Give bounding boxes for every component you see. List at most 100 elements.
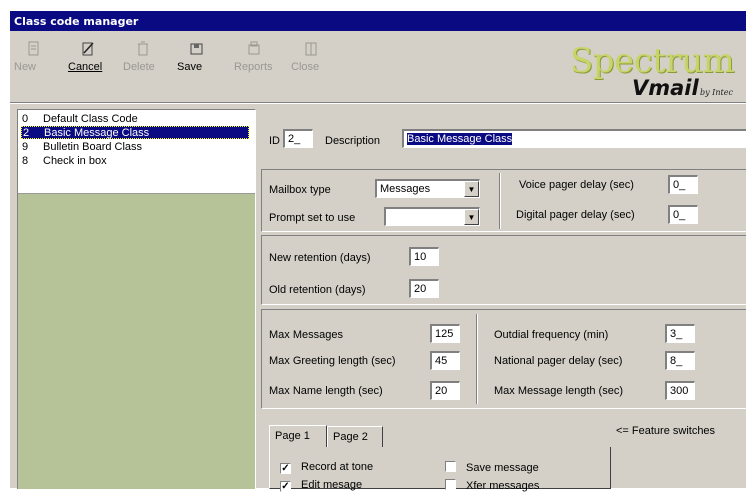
logo-product: Vmail — [632, 76, 699, 100]
reports-label: Reports — [234, 61, 273, 73]
logo-brand: Spectrum — [570, 41, 735, 81]
mailbox-type-value: Messages — [380, 183, 431, 195]
mailbox-group: Mailbox type Messages ▼ Prompt set to us… — [261, 169, 746, 232]
cancel-label: Cancel — [68, 61, 103, 73]
voice-pager-label: Voice pager delay (sec) — [519, 179, 634, 191]
list-item-code: 8 — [22, 155, 29, 167]
tab-page-1[interactable]: Page 1 — [269, 425, 327, 447]
new-retention-value: 10 — [414, 251, 427, 263]
new-retention-label: New retention (days) — [269, 252, 371, 264]
window-title: Class code manager — [10, 11, 746, 31]
description-field[interactable]: Basic Message Class — [402, 129, 746, 148]
class-listbox[interactable]: 0 Default Class Code 2 Basic Message Cla… — [18, 110, 255, 194]
cancel-icon — [82, 42, 94, 56]
max-messages-label: Max Messages — [269, 329, 343, 341]
national-pager-field[interactable]: 8_ — [665, 351, 695, 370]
new-retention-field[interactable]: 10 — [409, 247, 439, 266]
class-list-panel: 0 Default Class Code 2 Basic Message Cla… — [17, 109, 256, 489]
spectrum-vmail-logo: Spectrum Vmail by Intec — [570, 35, 746, 105]
new-label: New — [14, 61, 37, 73]
old-retention-label: Old retention (days) — [269, 284, 366, 296]
mailbox-type-label: Mailbox type — [269, 184, 331, 196]
record-at-tone-label: Record at tone — [301, 461, 374, 473]
checkbox-checked-icon: ✓ — [280, 463, 291, 474]
save-icon — [190, 43, 203, 55]
save-message-checkbox[interactable]: Save message — [445, 461, 539, 474]
list-item-name: Check in box — [43, 155, 107, 167]
tab-page-2[interactable]: Page 2 — [327, 426, 383, 447]
old-retention-field[interactable]: 20 — [409, 279, 439, 298]
reports-icon — [248, 41, 260, 55]
list-item-name: Bulletin Board Class — [43, 141, 143, 153]
cancel-button[interactable]: Cancel — [68, 41, 108, 73]
outdial-frequency-value: 3_ — [670, 328, 683, 340]
save-message-label: Save message — [466, 462, 539, 474]
close-button[interactable]: Close — [291, 41, 331, 73]
tab-page-2-label: Page 2 — [333, 431, 368, 443]
new-icon — [28, 41, 39, 56]
outdial-frequency-label: Outdial frequency (min) — [494, 329, 609, 341]
delete-label: Delete — [123, 61, 155, 73]
list-item-code: 2 — [23, 127, 30, 139]
limits-group: Max Messages 125 Max Greeting length (se… — [261, 309, 746, 409]
max-message-length-value: 300 — [670, 385, 689, 397]
checkbox-unchecked-icon — [445, 461, 456, 472]
edit-message-checkbox[interactable]: ✓ Edit mesage — [280, 479, 362, 492]
id-value: 2_ — [288, 133, 301, 145]
logo-byline: by Intec — [700, 88, 733, 97]
new-button[interactable]: New — [14, 41, 54, 73]
reports-button[interactable]: Reports — [234, 41, 274, 73]
description-label: Description — [325, 135, 381, 147]
checkbox-unchecked-icon — [445, 479, 456, 490]
record-at-tone-checkbox[interactable]: ✓ Record at tone — [280, 461, 373, 474]
list-item-selected[interactable]: 2 Basic Message Class — [21, 126, 249, 139]
list-item[interactable]: 9 Bulletin Board Class — [21, 141, 249, 154]
retention-group: New retention (days) 10 Old retention (d… — [261, 235, 746, 305]
id-label: ID — [269, 135, 280, 147]
digital-pager-value: 0_ — [673, 209, 686, 221]
max-greeting-field[interactable]: 45 — [430, 351, 460, 370]
list-item[interactable]: 8 Check in box — [21, 155, 249, 168]
id-field[interactable]: 2_ — [283, 129, 313, 148]
close-label: Close — [291, 61, 320, 73]
chevron-down-icon[interactable]: ▼ — [464, 209, 479, 225]
xfer-messages-checkbox[interactable]: Xfer messages — [445, 479, 539, 492]
group-divider — [499, 173, 501, 229]
checkbox-checked-icon: ✓ — [280, 481, 291, 492]
tab-page-1-label: Page 1 — [275, 430, 310, 442]
feature-switches-hint: <= Feature switches — [616, 425, 716, 437]
description-value: Basic Message Class — [407, 133, 513, 145]
mailbox-type-select[interactable]: Messages ▼ — [375, 179, 480, 198]
max-messages-value: 125 — [435, 328, 454, 340]
delete-icon — [138, 41, 148, 56]
list-item-name: Basic Message Class — [44, 127, 150, 139]
max-name-field[interactable]: 20 — [430, 381, 460, 400]
group-divider — [476, 314, 478, 404]
list-item[interactable]: 0 Default Class Code — [21, 113, 249, 126]
voice-pager-field[interactable]: 0_ — [668, 175, 698, 194]
save-label: Save — [177, 61, 203, 73]
edit-message-label: Edit mesage — [301, 479, 363, 491]
prompt-set-select[interactable]: ▼ — [384, 207, 480, 226]
voice-pager-value: 0_ — [673, 179, 686, 191]
close-icon — [305, 42, 317, 56]
prompt-set-label: Prompt set to use — [269, 212, 356, 224]
tab-page-1-content: ✓ Record at tone Save message ✓ Edit mesag… — [269, 447, 611, 492]
max-name-label: Max Name length (sec) — [269, 385, 383, 397]
max-message-length-label: Max Message length (sec) — [494, 385, 623, 397]
toolbar: New Cancel Delete Save Reports Close Spe… — [10, 31, 746, 101]
delete-button[interactable]: Delete — [123, 41, 163, 73]
old-retention-value: 20 — [414, 283, 427, 295]
xfer-messages-label: Xfer messages — [466, 480, 540, 492]
chevron-down-icon[interactable]: ▼ — [464, 181, 479, 197]
digital-pager-label: Digital pager delay (sec) — [516, 209, 635, 221]
digital-pager-field[interactable]: 0_ — [668, 205, 698, 224]
national-pager-value: 8_ — [670, 355, 683, 367]
list-item-code: 9 — [22, 141, 29, 153]
toolbar-divider — [10, 102, 746, 104]
outdial-frequency-field[interactable]: 3_ — [665, 324, 695, 343]
max-messages-field[interactable]: 125 — [430, 324, 460, 343]
save-button[interactable]: Save — [177, 41, 217, 73]
class-code-manager-window: Class code manager New Cancel Delete Sav… — [9, 10, 746, 492]
max-message-length-field[interactable]: 300 — [665, 381, 695, 400]
